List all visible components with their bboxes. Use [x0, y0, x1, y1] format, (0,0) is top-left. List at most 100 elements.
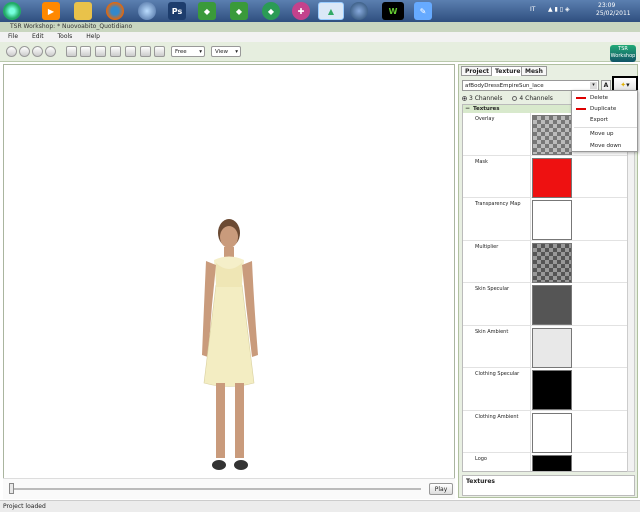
texture-label: Skin Specular — [475, 286, 510, 292]
tool-6-button[interactable] — [80, 46, 91, 57]
texture-row[interactable]: Transparency Map — [463, 198, 629, 241]
status-text: Project loaded — [3, 503, 46, 510]
texture-row[interactable]: Skin Specular — [463, 283, 629, 326]
texture-thumbnail[interactable] — [532, 200, 572, 240]
clock-time[interactable]: 23:09 — [598, 2, 615, 9]
radio-3-channels[interactable] — [462, 96, 467, 101]
menu-item-move-down[interactable]: Move down — [572, 140, 639, 152]
chevron-down-icon: ▾ — [199, 49, 202, 55]
tool-1-button[interactable] — [6, 46, 17, 57]
tool-8-button[interactable] — [110, 46, 121, 57]
textures-bottom-title: Textures — [466, 478, 495, 485]
logo-line1: TSR — [618, 46, 628, 52]
timeline-bar: Play — [3, 478, 455, 499]
menu-item-delete-label: Delete — [590, 95, 609, 101]
media-player-icon[interactable]: ▶ — [42, 2, 60, 20]
folder-icon[interactable] — [74, 2, 92, 20]
texture-thumbnail[interactable] — [532, 242, 572, 283]
view-dropdown[interactable]: View ▾ — [211, 46, 241, 57]
texture-list-scrollbar[interactable] — [627, 104, 635, 472]
tab-mesh[interactable]: Mesh — [521, 66, 547, 76]
paint-app-icon[interactable]: ✎ — [414, 2, 432, 20]
menu-item-move-down-label: Move down — [590, 143, 622, 149]
texture-label: Overlay — [475, 116, 495, 122]
tool-7-button[interactable] — [95, 46, 106, 57]
window-titlebar: TSR Workshop: * Nuovoabito_Quotidiano — [0, 22, 640, 32]
tool-9-button[interactable] — [125, 46, 136, 57]
texture-thumbnail[interactable] — [532, 412, 572, 453]
window-title: TSR Workshop: * Nuovoabito_Quotidiano — [10, 23, 133, 30]
menu-item-duplicate-label: Duplicate — [590, 106, 617, 112]
context-menu: Delete Duplicate Export Move up Move dow… — [571, 90, 638, 152]
texture-row[interactable]: Skin Ambient — [463, 326, 629, 368]
web-app-icon[interactable] — [350, 2, 368, 20]
tab-project[interactable]: Project — [461, 66, 494, 76]
texture-thumbnail[interactable] — [532, 115, 572, 155]
tray-icons: ▲ ▮ ▯ ◈ — [548, 6, 570, 13]
texture-row[interactable]: Multiplier — [463, 241, 629, 283]
logo-line2: Workshop — [610, 53, 636, 59]
chevron-down-icon: ▾ — [235, 49, 238, 55]
duplicate-icon — [576, 108, 586, 110]
menu-file[interactable]: File — [8, 33, 18, 40]
language-indicator[interactable]: IT — [530, 6, 535, 13]
texture-label: Multiplier — [475, 243, 499, 250]
w-app-icon[interactable]: W — [382, 2, 404, 20]
menu-item-export[interactable]: Export — [572, 114, 639, 126]
texture-thumbnail[interactable] — [532, 327, 572, 368]
texture-label: Clothing Ambient — [475, 413, 519, 420]
menu-item-export-label: Export — [590, 117, 609, 123]
texture-thumbnail[interactable] — [532, 285, 572, 325]
free-dropdown-label: Free — [175, 49, 187, 55]
sims-app-4-icon[interactable]: ✚ — [292, 2, 310, 20]
texture-row[interactable]: Logo — [463, 453, 629, 471]
tool-5-button[interactable] — [66, 46, 77, 57]
chevron-down-icon: ▾ — [626, 81, 630, 89]
3d-viewport[interactable] — [3, 64, 455, 499]
menu-edit[interactable]: Edit — [32, 33, 44, 40]
sims-app-icon[interactable]: ◆ — [198, 2, 216, 20]
radio-4-channels[interactable] — [512, 96, 518, 101]
delete-icon — [576, 97, 586, 99]
sims-app-2-icon[interactable]: ◆ — [230, 2, 248, 20]
menu-bar: File Edit Tools Help — [0, 32, 640, 42]
tool-4-button[interactable] — [45, 46, 56, 57]
texture-select-value: afBodyDressEmpireSun_lace — [465, 83, 544, 89]
tool-2-button[interactable] — [19, 46, 30, 57]
avatar-figure — [202, 219, 258, 470]
label-3-channels: 3 Channels — [469, 95, 503, 102]
firefox-icon[interactable] — [106, 2, 124, 20]
explorer-icon[interactable] — [138, 2, 156, 20]
clock-date[interactable]: 25/02/2011 — [596, 10, 631, 17]
label-4-channels: 4 Channels — [519, 95, 553, 102]
texture-list: Textures Overlay Mask Transparency Map Mult… — [462, 104, 630, 472]
tab-texture[interactable]: Texture — [491, 66, 525, 76]
menu-tools[interactable]: Tools — [58, 33, 73, 40]
texture-label: Clothing Specular — [475, 371, 520, 377]
texture-row[interactable]: Mask — [463, 156, 629, 198]
play-button[interactable]: Play — [429, 483, 453, 495]
free-dropdown[interactable]: Free ▾ — [171, 46, 205, 57]
textures-group-label: Textures — [473, 106, 500, 112]
tool-10-button[interactable] — [140, 46, 151, 57]
photoshop-icon[interactable]: Ps — [168, 2, 186, 20]
workshop-active-icon[interactable]: ▲ — [318, 2, 344, 20]
menu-help[interactable]: Help — [86, 33, 100, 40]
toolbar: Free ▾ View ▾ — [0, 42, 640, 62]
menu-item-move-up-label: Move up — [590, 131, 614, 137]
texture-row[interactable]: Clothing Specular — [463, 368, 629, 411]
texture-thumbnail[interactable] — [532, 455, 572, 471]
tool-3-button[interactable] — [32, 46, 43, 57]
texture-thumbnail[interactable] — [532, 370, 572, 410]
start-orb-icon[interactable] — [3, 2, 21, 20]
texture-rows: Overlay Mask Transparency Map Multiplier Ski… — [463, 113, 629, 471]
status-bar: Project loaded — [0, 500, 640, 512]
texture-thumbnail[interactable] — [532, 157, 572, 198]
timeline-track[interactable] — [11, 488, 421, 490]
sims-app-3-icon[interactable]: ◆ — [262, 2, 280, 20]
tool-11-button[interactable] — [154, 46, 165, 57]
tsr-workshop-logo: TSR Workshop — [610, 45, 636, 62]
menu-item-move-up[interactable]: Move up — [572, 128, 639, 140]
texture-row[interactable]: Clothing Ambient — [463, 411, 629, 453]
timeline-slider-handle[interactable] — [9, 483, 14, 494]
